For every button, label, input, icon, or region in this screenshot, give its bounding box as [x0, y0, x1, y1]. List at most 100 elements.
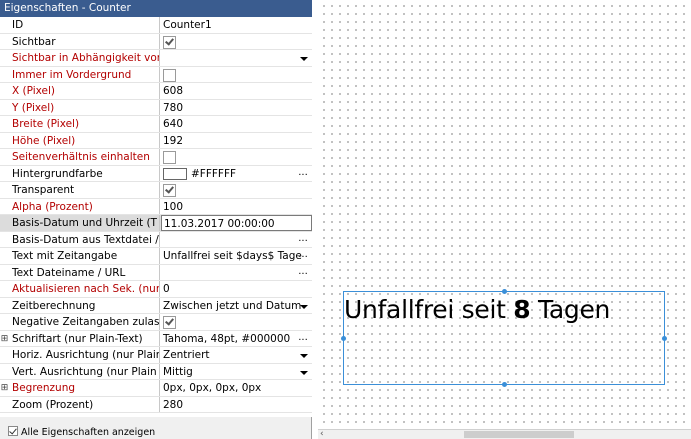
property-name: Breite (Pixel)	[10, 116, 160, 132]
property-checkbox[interactable]	[163, 68, 176, 82]
ellipsis-button[interactable]: ...	[296, 331, 310, 347]
dropdown-arrow-icon[interactable]	[300, 57, 308, 61]
scrollbar-thumb[interactable]	[464, 431, 574, 438]
property-row[interactable]: Text Dateiname / URL...	[0, 264, 312, 281]
property-row[interactable]: Zoom (Prozent) 280	[0, 396, 312, 413]
resize-handle-right[interactable]	[662, 336, 667, 341]
property-row[interactable]: ⊞ Schriftart (nur Plain-Text) Tahoma, 48pt…	[0, 330, 312, 347]
property-grid: ID Counter1 Sichtbar Sichtbar in Abhängigke…	[0, 17, 312, 417]
property-name: ID	[10, 17, 160, 33]
property-row[interactable]: Transparent	[0, 182, 312, 199]
counter-number: 8	[513, 295, 531, 324]
property-value[interactable]	[161, 232, 312, 248]
checkmark-icon	[165, 35, 174, 46]
property-value[interactable]: 100	[161, 199, 312, 215]
resize-handle-bottom[interactable]	[502, 382, 507, 387]
expand-plus-icon[interactable]: ⊞	[0, 331, 9, 347]
ellipsis-button[interactable]: ...	[296, 232, 310, 248]
property-name: Höhe (Pixel)	[10, 132, 160, 148]
property-value[interactable]: 11.03.2017 00:00:00	[161, 215, 312, 231]
property-row[interactable]: Basis-Datum und Uhrzeit (T 11.03.2017 00:…	[0, 215, 312, 232]
property-value[interactable]: Counter1	[161, 17, 312, 33]
property-name: Sichtbar in Abhängigkeit vor	[12, 50, 160, 66]
property-name: Transparent	[10, 182, 160, 198]
property-name: Zeitberechnung	[10, 297, 160, 313]
property-row[interactable]: ID Counter1	[0, 17, 312, 34]
dropdown-arrow-icon[interactable]	[300, 304, 308, 309]
property-row[interactable]: Horiz. Ausrichtung (nur Plair Zentriert	[0, 347, 312, 364]
counter-element[interactable]: Unfallfrei seit 8 Tagen	[341, 289, 667, 387]
expand-plus-icon[interactable]: ⊞	[0, 380, 9, 396]
resize-handle-left[interactable]	[341, 336, 346, 341]
dropdown-arrow-icon[interactable]	[300, 370, 308, 375]
design-canvas[interactable]: Unfallfrei seit 8 Tagen	[318, 0, 691, 429]
property-checkbox[interactable]	[163, 184, 176, 197]
ellipsis-button[interactable]: ...	[296, 166, 310, 182]
property-value[interactable]	[161, 50, 312, 66]
show-all-properties-checkbox[interactable]: Alle Eigenschaften anzeigen	[8, 426, 155, 439]
property-row[interactable]: Sichtbar in Abhängigkeit vor	[0, 50, 312, 67]
property-row[interactable]: Höhe (Pixel) 192	[0, 132, 312, 149]
property-row[interactable]: Seitenverhältnis einhalten	[0, 149, 312, 166]
property-checkbox[interactable]	[163, 151, 176, 164]
property-row[interactable]: Alpha (Prozent) 100	[0, 198, 312, 215]
property-value[interactable]: Zwischen jetzt und Datum	[161, 298, 312, 314]
property-row[interactable]: Y (Pixel) 780	[0, 99, 312, 116]
property-name: Negative Zeitangaben zulass	[12, 314, 160, 330]
property-row[interactable]: Hintergrundfarbe #FFFFFF...	[0, 165, 312, 182]
horizontal-scrollbar[interactable]: ‹	[318, 429, 691, 439]
property-name: Immer im Vordergrund	[10, 66, 160, 82]
resize-handle-top[interactable]	[502, 289, 507, 294]
property-name: Text Dateiname / URL	[10, 264, 160, 280]
scroll-left-arrow-icon[interactable]: ‹	[320, 430, 324, 439]
property-name: Schriftart (nur Plain-Text)	[10, 330, 160, 346]
property-name: Basis-Datum und Uhrzeit (T	[10, 215, 160, 231]
checkmark-icon	[165, 184, 174, 194]
property-value[interactable]: 0px, 0px, 0px, 0px	[161, 380, 312, 396]
property-value[interactable]: 780	[161, 100, 312, 116]
property-value[interactable]: 0	[161, 281, 312, 297]
property-value[interactable]: Zentriert	[161, 347, 312, 363]
property-name: Aktualisieren nach Sek. (nur	[12, 281, 160, 297]
property-value: #FFFFFF	[191, 167, 237, 180]
property-row[interactable]: X (Pixel) 608	[0, 83, 312, 100]
checkmark-icon	[165, 316, 174, 326]
property-value[interactable]: Tahoma, 48pt, #000000	[161, 331, 312, 347]
property-row[interactable]: Zeitberechnung Zwischen jetzt und Datum	[0, 297, 312, 314]
color-swatch[interactable]	[163, 167, 187, 180]
property-name: Alpha (Prozent)	[10, 198, 160, 214]
property-checkbox[interactable]	[163, 35, 176, 49]
property-row[interactable]: Immer im Vordergrund	[0, 66, 312, 83]
property-name: Y (Pixel)	[10, 99, 160, 115]
property-value[interactable]: 608	[161, 83, 312, 99]
property-row[interactable]: Negative Zeitangaben zulass	[0, 314, 312, 331]
property-value[interactable]	[161, 265, 312, 281]
ellipsis-button[interactable]: ...	[296, 265, 310, 281]
property-name: Sichtbar	[10, 33, 160, 49]
property-row[interactable]: ⊞ Begrenzung 0px, 0px, 0px, 0px	[0, 380, 312, 397]
counter-text: Unfallfrei seit 8 Tagen	[344, 295, 610, 324]
property-value[interactable]: Unfallfrei seit $days$ Tage	[161, 248, 312, 264]
properties-panel: Eigenschaften - Counter ID Counter1 Sichtb…	[0, 0, 312, 439]
property-value[interactable]: 280	[161, 397, 312, 413]
ellipsis-button[interactable]: ...	[296, 248, 310, 264]
property-row[interactable]: Sichtbar	[0, 33, 312, 50]
property-value[interactable]: Mittig	[161, 364, 312, 380]
property-name: Text mit Zeitangabe	[10, 248, 160, 264]
property-name: Zoom (Prozent)	[10, 396, 160, 412]
dropdown-arrow-icon[interactable]	[300, 354, 308, 358]
show-all-label: Alle Eigenschaften anzeigen	[21, 427, 156, 438]
property-checkbox[interactable]	[163, 316, 176, 329]
property-row[interactable]: Breite (Pixel) 640	[0, 116, 312, 133]
property-value[interactable]: 640	[161, 116, 312, 132]
property-value[interactable]: 192	[161, 133, 312, 149]
property-row[interactable]: Vert. Ausrichtung (nur Plain Mittig	[0, 363, 312, 380]
property-name: Horiz. Ausrichtung (nur Plair	[12, 347, 160, 363]
property-name: Vert. Ausrichtung (nur Plain	[10, 363, 160, 379]
property-name: Basis-Datum aus Textdatei /	[12, 231, 160, 247]
property-row[interactable]: Aktualisieren nach Sek. (nur 0	[0, 281, 312, 298]
property-name: Begrenzung	[10, 380, 160, 396]
checkbox-check-icon[interactable]	[8, 426, 18, 436]
property-row[interactable]: Text mit Zeitangabe Unfallfrei seit $days…	[0, 248, 312, 265]
property-row[interactable]: Basis-Datum aus Textdatei /...	[0, 231, 312, 248]
